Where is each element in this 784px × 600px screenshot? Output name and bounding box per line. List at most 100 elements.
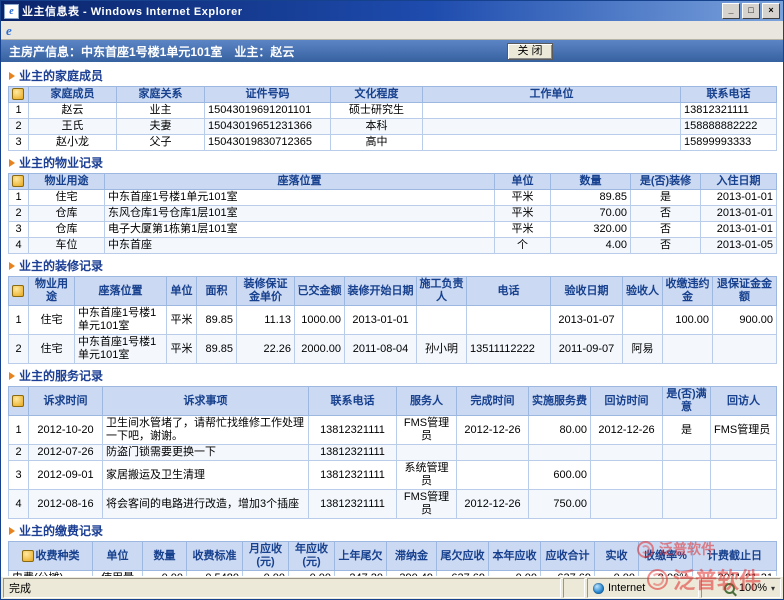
section: 业主的装修记录物业用途座落位置单位面积装修保证金单价已交金额装修开始日期施工负责… (8, 254, 776, 364)
cell: 2012-08-16 (29, 490, 103, 519)
cell: 平米 (167, 335, 197, 364)
table-icon-cell (9, 277, 29, 306)
column-header: 文化程度 (331, 87, 423, 103)
cell: 158888882222 (681, 119, 777, 135)
table-row: 32012-09-01家居搬运及卫生清理13812321111系统管理员600.… (9, 461, 777, 490)
column-header: 是(否)装修 (631, 174, 701, 190)
cell: 750.00 (529, 490, 591, 519)
cell: 是 (631, 190, 701, 206)
cell (623, 306, 663, 335)
zone-text: Internet (608, 582, 645, 594)
column-header: 是(否)满意 (663, 387, 711, 416)
cell: 高中 (331, 135, 423, 151)
cell: 100.00 (663, 306, 713, 335)
cell: 将会客间的电路进行改造，增加3个插座 (103, 490, 309, 519)
section-title: 业主的装修记录 (19, 257, 103, 274)
data-table: 诉求时间诉求事项联系电话服务人完成时间实施服务费回访时间是(否)满意回访人120… (8, 386, 777, 519)
column-header: 实收 (595, 542, 639, 571)
minimize-button[interactable]: _ (722, 3, 740, 19)
cell (663, 445, 711, 461)
browser-window: e 业主信息表 - Windows Internet Explorer _ □ … (0, 0, 784, 600)
column-header: 年应收(元) (289, 542, 335, 571)
cell: 1000.00 (295, 306, 345, 335)
cell: FMS管理员 (397, 490, 457, 519)
zoom-level: 100% (739, 582, 767, 594)
table-row: 3仓库电子大厦第1栋第1层101室平米320.00否2013-01-01 (9, 222, 777, 238)
cell: 个 (495, 238, 551, 254)
cell (457, 445, 529, 461)
cell: 15043019691201101 (205, 103, 331, 119)
table-row: 1住宅中东首座1号楼1单元101室平米89.8511.131000.002013… (9, 306, 777, 335)
close-page-button[interactable]: 关 闭 (507, 43, 553, 60)
section: 业主的家庭成员家庭成员家庭关系证件号码文化程度工作单位联系电话1赵云业主1504… (8, 64, 776, 151)
column-header: 电话 (467, 277, 551, 306)
column-header: 上年尾欠 (335, 542, 387, 571)
property-info-bar: 主房产信息：中东首座1号楼1单元101室 业主：赵云 关 闭 (1, 40, 783, 62)
row-number: 4 (9, 490, 29, 519)
cell (663, 335, 713, 364)
cell: 中东首座1号楼1单元101室 (105, 190, 495, 206)
row-number: 3 (9, 222, 29, 238)
cell: 2013-01-01 (701, 206, 777, 222)
cell (711, 490, 777, 519)
table-key-icon (22, 550, 34, 562)
row-number: 1 (9, 306, 29, 335)
table-key-icon (12, 175, 24, 187)
cell: 业主 (117, 103, 205, 119)
cell (529, 445, 591, 461)
cell: 2013-01-07 (551, 306, 623, 335)
sections: 业主的家庭成员家庭成员家庭关系证件号码文化程度工作单位联系电话1赵云业主1504… (1, 62, 783, 576)
table-key-icon (12, 88, 24, 100)
cell: 80.00 (529, 416, 591, 445)
cell (417, 306, 467, 335)
table-row: 1赵云业主15043019691201101硕士研究生13812321111 (9, 103, 777, 119)
cell: 王氏 (29, 119, 117, 135)
cell: 2011-09-07 (551, 335, 623, 364)
row-number: 2 (9, 335, 29, 364)
cell: 平米 (167, 306, 197, 335)
maximize-button[interactable]: □ (742, 3, 760, 19)
zoom-control[interactable]: 100% ▾ (701, 578, 781, 598)
cell: 阿易 (623, 335, 663, 364)
header-row: 物业用途座落位置单位数量是(否)装修入住日期 (9, 174, 777, 190)
cell: 900.00 (713, 306, 777, 335)
cell (457, 461, 529, 490)
close-window-button[interactable]: × (762, 3, 780, 19)
column-header: 物业用途 (29, 174, 105, 190)
column-header: 数量 (143, 542, 187, 571)
browser-toolbar: e (1, 21, 783, 40)
table-row: 42012-08-16将会客间的电路进行改造，增加3个插座13812321111… (9, 490, 777, 519)
cell: 硕士研究生 (331, 103, 423, 119)
cell: 防盗门锁需要更换一下 (103, 445, 309, 461)
table-row: 2王氏夫妻15043019651231366本科158888882222 (9, 119, 777, 135)
column-header: 联系电话 (309, 387, 397, 416)
column-header: 回访时间 (591, 387, 663, 416)
cell (467, 306, 551, 335)
section: 业主的物业记录物业用途座落位置单位数量是(否)装修入住日期1住宅中东首座1号楼1… (8, 151, 776, 254)
cell: FMS管理员 (711, 416, 777, 445)
cell: 13812321111 (681, 103, 777, 119)
cell: 住宅 (29, 335, 75, 364)
cell (591, 461, 663, 490)
section-header: 业主的装修记录 (8, 254, 776, 276)
cell: 2000.00 (295, 335, 345, 364)
cell: 89.85 (197, 335, 237, 364)
row-number: 4 (9, 238, 29, 254)
cell: 2012-10-20 (29, 416, 103, 445)
column-header: 面积 (197, 277, 237, 306)
section-bullet-icon (9, 72, 15, 80)
cell (591, 490, 663, 519)
column-header: 实施服务费 (529, 387, 591, 416)
column-header: 收缴率% (639, 542, 693, 571)
header-row: 收费种类单位数量收费标准月应收(元)年应收(元)上年尾欠滞纳金尾欠应收本年应收应… (9, 542, 777, 571)
cell: 13812321111 (309, 461, 397, 490)
column-header: 装修保证金单价 (237, 277, 295, 306)
status-text: 完成 (9, 580, 31, 596)
cell: FMS管理员 (397, 416, 457, 445)
window-controls: _ □ × (722, 3, 780, 19)
cell: 15043019651231366 (205, 119, 331, 135)
cell: 中东首座1号楼1单元101室 (75, 335, 167, 364)
zoom-caret-icon: ▾ (771, 584, 775, 593)
cell: 2012-09-01 (29, 461, 103, 490)
cell: 赵小龙 (29, 135, 117, 151)
